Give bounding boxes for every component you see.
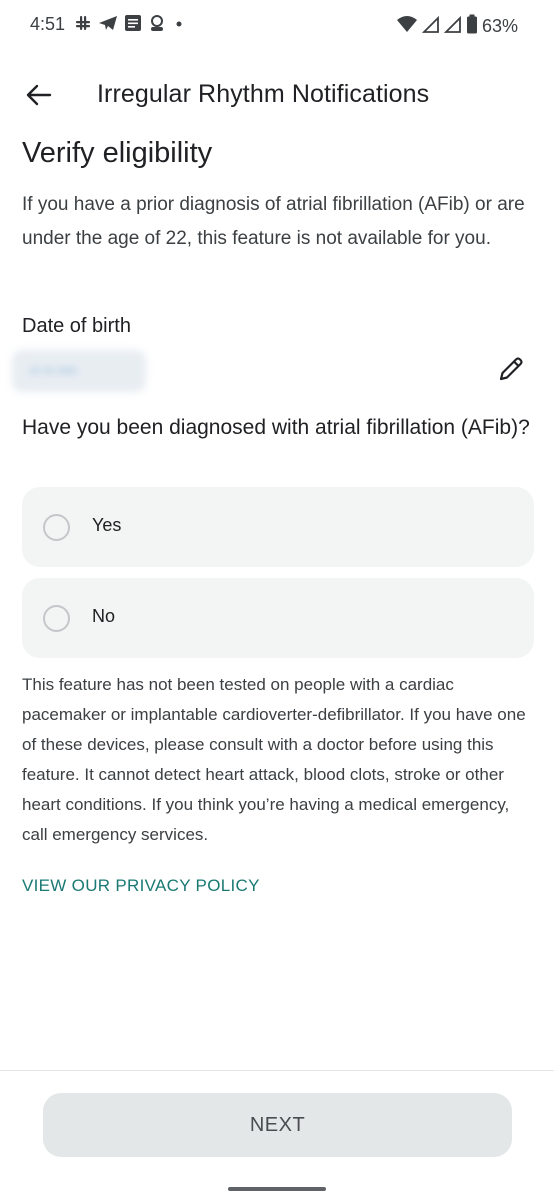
option-yes[interactable]: Yes	[22, 487, 534, 567]
option-no[interactable]: No	[22, 578, 534, 658]
dob-value: •• •• ••••	[12, 350, 146, 392]
status-bar: 4:51 63%	[0, 0, 554, 50]
signal-icon	[421, 15, 440, 38]
message-icon	[124, 14, 142, 37]
notification-icons	[74, 14, 186, 37]
home-indicator[interactable]	[228, 1187, 326, 1191]
pencil-icon	[499, 357, 523, 381]
telegram-icon	[98, 14, 118, 37]
battery-icon	[466, 14, 478, 39]
footer-divider	[0, 1070, 554, 1071]
option-yes-label: Yes	[92, 515, 122, 535]
app-title: Irregular Rhythm Notifications	[97, 80, 430, 108]
system-status: 63%	[396, 14, 518, 39]
radio-yes[interactable]	[43, 514, 70, 541]
edit-dob-button[interactable]	[494, 352, 528, 386]
back-button[interactable]	[22, 78, 56, 112]
radio-no[interactable]	[43, 605, 70, 632]
option-no-label: No	[92, 606, 116, 626]
page-heading: Verify eligibility	[22, 137, 213, 169]
status-time: 4:51	[30, 14, 66, 34]
privacy-policy-link[interactable]: VIEW OUR PRIVACY POLICY	[22, 876, 260, 896]
dot-icon	[172, 14, 186, 37]
next-button[interactable]: NEXT	[43, 1093, 512, 1157]
disclaimer-text: This feature has not been tested on peop…	[22, 675, 526, 844]
signal-icon	[443, 15, 462, 38]
app-bar: Irregular Rhythm Notifications	[0, 70, 554, 122]
afib-question: Have you been diagnosed with atrial fibr…	[22, 416, 530, 439]
dob-label: Date of birth	[22, 315, 131, 337]
intro-text: If you have a prior diagnosis of atrial …	[22, 194, 525, 249]
wifi-icon	[396, 15, 418, 38]
battery-percent: 63%	[481, 16, 518, 36]
arrow-left-icon	[26, 84, 52, 106]
incognito-icon	[148, 14, 166, 37]
slack-icon	[74, 14, 92, 37]
